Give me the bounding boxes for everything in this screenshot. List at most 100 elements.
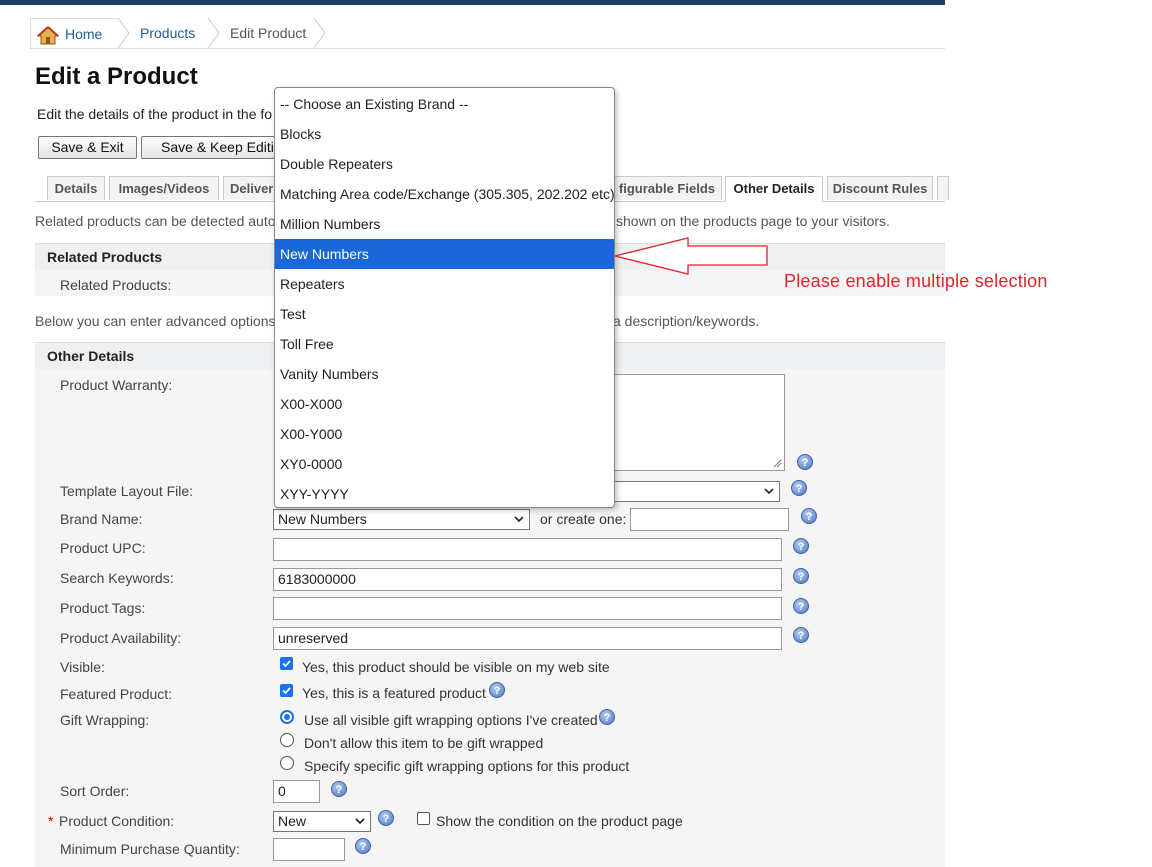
related-info-text-end: shown on the products page to your visit… <box>616 213 890 229</box>
template-layout-select[interactable] <box>614 481 780 502</box>
advanced-info-text-end: a description/keywords. <box>613 313 760 329</box>
help-icon[interactable]: ? <box>797 454 813 470</box>
tab-images-videos[interactable]: Images/Videos <box>109 176 219 200</box>
new-brand-input[interactable] <box>630 508 789 531</box>
min-purchase-qty-label: Minimum Purchase Quantity: <box>60 841 240 857</box>
breadcrumb: Home Products Edit Product <box>30 18 945 49</box>
visible-label: Visible: <box>60 659 105 675</box>
brand-option[interactable]: X00-X000 <box>275 389 614 419</box>
related-products-label: Related Products: <box>60 277 172 293</box>
gift-wrapping-option-none: Don't allow this item to be gift wrapped <box>304 735 544 751</box>
min-purchase-qty-input[interactable] <box>273 838 345 861</box>
tab-delivery[interactable]: Deliver <box>223 176 275 200</box>
related-info-text: Related products can be detected autor <box>35 213 281 229</box>
breadcrumb-home[interactable]: Home <box>30 18 118 48</box>
help-icon[interactable]: ? <box>793 598 809 614</box>
page-title: Edit a Product <box>35 63 198 90</box>
brand-option[interactable]: -- Choose an Existing Brand -- <box>275 89 614 119</box>
annotation-text: Please enable multiple selection <box>784 271 1048 291</box>
brand-option[interactable]: Matching Area code/Exchange (305.305, 20… <box>275 179 614 209</box>
save-keep-editing-button[interactable]: Save & Keep Editing <box>141 136 275 159</box>
help-icon[interactable]: ? <box>331 781 347 797</box>
gift-wrapping-radio-specific[interactable] <box>280 756 294 770</box>
brand-name-select-value: New Numbers <box>278 511 367 527</box>
or-create-label: or create one: <box>540 511 627 527</box>
product-condition-label: Product Condition: <box>59 813 175 829</box>
help-icon[interactable]: ? <box>378 810 394 826</box>
brand-option[interactable]: Blocks <box>275 119 614 149</box>
template-layout-label: Template Layout File: <box>60 483 194 499</box>
search-keywords-label: Search Keywords: <box>60 570 174 586</box>
help-icon[interactable]: ? <box>793 538 809 554</box>
required-marker: * <box>48 813 54 829</box>
help-icon[interactable]: ? <box>489 682 505 698</box>
tab-more[interactable] <box>937 176 949 200</box>
breadcrumb-current: Edit Product <box>230 25 307 41</box>
featured-product-label: Featured Product: <box>60 686 173 702</box>
breadcrumb-separator <box>118 18 130 48</box>
help-icon[interactable]: ? <box>355 838 371 854</box>
brand-option-selected[interactable]: New Numbers <box>275 239 614 269</box>
tab-discount-rules[interactable]: Discount Rules <box>827 176 933 200</box>
sort-order-input[interactable]: 0 <box>273 780 320 803</box>
brand-option[interactable]: Double Repeaters <box>275 149 614 179</box>
sort-order-label: Sort Order: <box>60 783 130 799</box>
brand-option[interactable]: XY0-0000 <box>275 449 614 479</box>
help-icon[interactable]: ? <box>793 627 809 643</box>
visible-option-text: Yes, this product should be visible on m… <box>302 659 610 675</box>
chevron-down-icon <box>355 818 365 825</box>
brand-name-select[interactable]: New Numbers <box>273 509 530 530</box>
search-keywords-input[interactable]: 6183000000 <box>273 568 782 591</box>
help-icon[interactable]: ? <box>791 480 807 496</box>
top-bar <box>0 0 945 5</box>
checkmark-icon <box>282 687 291 695</box>
home-icon <box>37 26 59 45</box>
breadcrumb-separator <box>208 18 220 48</box>
warranty-textarea[interactable] <box>614 374 785 471</box>
chevron-down-icon <box>514 516 524 523</box>
advanced-info-text: Below you can enter advanced options <box>35 313 276 329</box>
product-condition-select[interactable]: New <box>273 811 371 832</box>
tab-details[interactable]: Details <box>47 176 105 200</box>
brand-name-label: Brand Name: <box>60 511 143 527</box>
chevron-down-icon <box>764 488 774 495</box>
checkmark-icon <box>282 660 291 668</box>
breadcrumb-products[interactable]: Products <box>140 18 195 48</box>
brand-option[interactable]: Test <box>275 299 614 329</box>
product-upc-label: Product UPC: <box>60 540 146 556</box>
warranty-label: Product Warranty: <box>60 377 173 393</box>
product-availability-label: Product Availability: <box>60 630 182 646</box>
brand-option[interactable]: Repeaters <box>275 269 614 299</box>
product-tags-label: Product Tags: <box>60 600 146 616</box>
brand-option[interactable]: Vanity Numbers <box>275 359 614 389</box>
page-subtitle: Edit the details of the product in the f… <box>37 106 273 122</box>
brand-option[interactable]: Toll Free <box>275 329 614 359</box>
help-icon[interactable]: ? <box>793 568 809 584</box>
save-exit-button[interactable]: Save & Exit <box>38 136 137 159</box>
brand-option[interactable]: X00-Y000 <box>275 419 614 449</box>
help-icon[interactable]: ? <box>801 508 817 524</box>
featured-option-text: Yes, this is a featured product <box>302 685 486 701</box>
breadcrumb-products-link[interactable]: Products <box>140 25 195 41</box>
brand-option[interactable]: XYY-YYYY <box>275 479 614 507</box>
show-condition-checkbox[interactable] <box>417 812 430 825</box>
gift-wrapping-label: Gift Wrapping: <box>60 712 150 728</box>
tab-configurable-fields[interactable]: figurable Fields <box>614 176 722 200</box>
help-icon[interactable]: ? <box>599 709 615 725</box>
visible-checkbox[interactable] <box>280 657 293 670</box>
gift-wrapping-option-all: Use all visible gift wrapping options I'… <box>304 712 598 728</box>
brand-dropdown-list[interactable]: -- Choose an Existing Brand -- Blocks Do… <box>274 87 615 508</box>
arrow-annotation-icon <box>614 237 768 275</box>
product-upc-input[interactable] <box>273 538 782 561</box>
featured-checkbox[interactable] <box>280 684 293 697</box>
breadcrumb-separator <box>314 18 326 48</box>
gift-wrapping-radio-none[interactable] <box>280 733 294 747</box>
product-availability-input[interactable]: unreserved <box>273 627 782 650</box>
product-condition-value: New <box>278 813 307 829</box>
brand-option[interactable]: Million Numbers <box>275 209 614 239</box>
resize-handle-icon[interactable] <box>773 459 782 468</box>
breadcrumb-home-link[interactable]: Home <box>65 26 102 42</box>
product-tags-input[interactable] <box>273 597 782 620</box>
gift-wrapping-radio-all[interactable] <box>280 710 294 724</box>
tab-other-details[interactable]: Other Details <box>725 176 823 202</box>
